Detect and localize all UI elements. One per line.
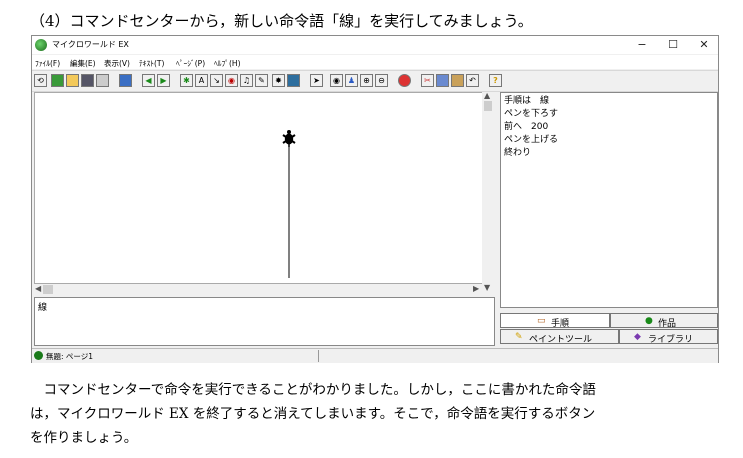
command-center-text: 線 (38, 303, 48, 313)
tab-works[interactable]: ● 作品 (610, 313, 718, 329)
pen-icon[interactable]: ✎ (255, 74, 268, 87)
status-divider (318, 350, 319, 362)
canvas-drawing (282, 130, 296, 278)
stamp-icon[interactable]: ♟ (345, 74, 358, 87)
text-box-icon[interactable]: A (195, 74, 208, 87)
pointer-icon[interactable]: ➤ (310, 74, 323, 87)
procedures-tab-icon: ▭ (537, 316, 546, 326)
music-icon[interactable]: ♫ (240, 74, 253, 87)
paste-icon[interactable] (451, 74, 464, 87)
title-bar: マイクロワールド EX − ☐ ✕ (32, 36, 718, 54)
horizontal-scrollbar[interactable]: ◀ ▶ (34, 284, 482, 295)
tab-procedures-label: 手順 (551, 319, 570, 329)
undo-page-icon[interactable]: ⟲ (34, 74, 47, 87)
scroll-down-icon[interactable]: ▼ (484, 283, 490, 292)
library-icon: ◆ (634, 332, 641, 342)
paragraph-line-1: コマンドセンターで命令を実行できることがわかりました。しかし，ここに書かれた命令… (30, 382, 596, 398)
scroll-left-icon[interactable]: ◀ (35, 284, 41, 293)
previous-page-icon[interactable]: ◀ (142, 74, 155, 87)
maximize-button[interactable]: ☐ (659, 37, 687, 53)
menu-file[interactable]: ﾌｧｲﾙ(F) (35, 58, 60, 69)
save-icon[interactable] (81, 74, 94, 87)
print-icon[interactable] (96, 74, 109, 87)
tab-paint-tools-label: ペイントツール (529, 335, 593, 345)
paragraph-line-3: を作りましょう。 (30, 430, 138, 446)
next-page-icon[interactable]: ▶ (157, 74, 170, 87)
procedures-area[interactable]: 手順は 線 ペンを下ろす 前へ 200 ペンを上げる 終わり (500, 92, 718, 308)
horizontal-scroll-thumb[interactable] (43, 285, 53, 294)
tab-paint-tools[interactable]: ✎ ペイントツール (500, 329, 619, 345)
page-heading: （4）コマンドセンターから，新しい命令語「線」を実行してみましょう。 (30, 12, 533, 30)
cut-icon[interactable]: ✂ (421, 74, 434, 87)
copy-icon[interactable] (436, 74, 449, 87)
menu-view[interactable]: 表示(V) (104, 58, 130, 69)
page-status-icon (34, 351, 43, 360)
stop-icon[interactable] (398, 74, 411, 87)
help-icon[interactable]: ? (489, 74, 502, 87)
menu-edit[interactable]: 編集(E) (70, 58, 96, 69)
menu-bar: ﾌｧｲﾙ(F) 編集(E) 表示(V) ﾃｷｽﾄ(T) ﾍﾟｰｼﾞ(P) ﾍﾙﾌ… (32, 55, 718, 69)
open-folder-icon[interactable] (66, 74, 79, 87)
shapes-icon[interactable]: ✸ (272, 74, 285, 87)
tab-works-label: 作品 (658, 319, 677, 329)
tab-library-label: ライブラリ (648, 335, 694, 345)
page-list-icon[interactable] (119, 74, 132, 87)
status-text: 無題: ページ1 (46, 352, 94, 361)
scroll-up-icon[interactable]: ▲ (484, 91, 490, 100)
vertical-scrollbar[interactable]: ▲ ▼ (482, 91, 494, 295)
eye-icon[interactable]: ◉ (330, 74, 343, 87)
vertical-scroll-thumb[interactable] (484, 101, 492, 111)
works-tab-icon: ● (645, 316, 653, 326)
button-tool-icon[interactable]: ◉ (225, 74, 238, 87)
zoom-out-icon[interactable]: ⊖ (375, 74, 388, 87)
zoom-in-icon[interactable]: ⊕ (360, 74, 373, 87)
turtle-canvas[interactable] (34, 92, 483, 284)
new-turtle-icon[interactable]: ✱ (180, 74, 193, 87)
command-center[interactable]: 線 (34, 297, 495, 346)
turtle-icon[interactable] (282, 130, 296, 147)
window-title: マイクロワールド EX (52, 40, 129, 49)
paragraph-line-2: は，マイクロワールド EX を終了すると消えてしまいます。そこで，命令語を実行す… (30, 406, 596, 422)
minimize-button[interactable]: − (628, 37, 656, 53)
menu-text[interactable]: ﾃｷｽﾄ(T) (139, 58, 164, 69)
microworlds-app-icon (35, 39, 47, 51)
new-project-icon[interactable] (51, 74, 64, 87)
tab-library[interactable]: ◆ ライブラリ (619, 329, 718, 345)
menu-page[interactable]: ﾍﾟｰｼﾞ(P) (176, 58, 205, 69)
slider-icon[interactable]: ↘ (210, 74, 223, 87)
toolbar: ⟲ ◀ ▶ ✱ A ↘ ◉ ♫ ✎ ✸ ➤ ◉ ♟ ⊕ ⊖ ✂ ↶ ? (32, 70, 718, 92)
menu-help[interactable]: ﾍﾙﾌﾟ(H) (214, 58, 241, 69)
paint-brush-icon: ✎ (515, 332, 523, 342)
status-bar: 無題: ページ1 (32, 348, 718, 363)
scroll-right-icon[interactable]: ▶ (473, 284, 479, 293)
close-button[interactable]: ✕ (690, 37, 718, 53)
globe-icon[interactable] (287, 74, 300, 87)
undo-icon[interactable]: ↶ (466, 74, 479, 87)
tab-procedures[interactable]: ▭ 手順 (500, 313, 610, 329)
microworlds-window: マイクロワールド EX − ☐ ✕ ﾌｧｲﾙ(F) 編集(E) 表示(V) ﾃｷ… (31, 35, 719, 363)
